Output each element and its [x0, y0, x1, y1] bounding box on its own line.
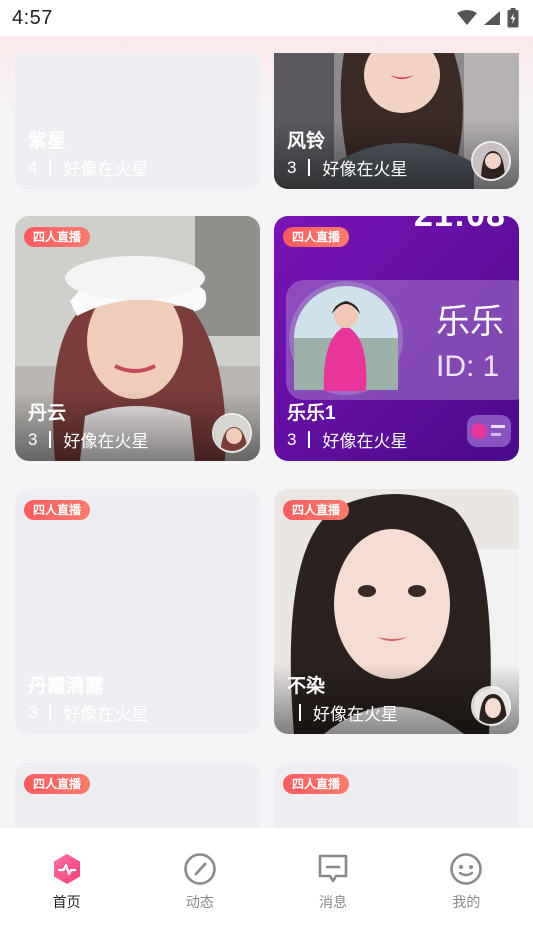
room-name: 不染	[287, 676, 326, 697]
signal-icon	[484, 11, 500, 25]
nav-label: 首页	[52, 894, 81, 910]
room-card[interactable]: 四人直播 丹霞清露 3 好像在火星	[15, 489, 260, 734]
meta-divider	[49, 431, 52, 448]
room-count: 3	[287, 157, 297, 177]
nav-feed[interactable]: 动态	[133, 828, 266, 948]
room-count: 4	[28, 157, 38, 177]
status-icons	[457, 8, 519, 28]
live-badge: 四人直播	[24, 774, 91, 794]
room-name: 丹云	[28, 403, 67, 424]
room-location: 好像在火星	[63, 160, 149, 179]
room-meta: 3 好像在火星	[287, 155, 407, 180]
message-icon	[316, 852, 350, 886]
gauge-icon	[183, 852, 217, 886]
battery-icon	[507, 8, 519, 28]
host-avatar[interactable]	[471, 141, 511, 181]
live-badge: 四人直播	[283, 500, 350, 520]
host-avatar[interactable]	[471, 686, 511, 726]
room-name: 丹霞清露	[28, 676, 105, 697]
nav-label: 动态	[185, 894, 214, 910]
cover-clock: 21:08	[414, 216, 506, 235]
nav-label: 我的	[452, 894, 481, 910]
room-name: 紫星	[28, 131, 67, 152]
cover-title: 乐乐	[436, 303, 504, 341]
nav-messages[interactable]: 消息	[267, 828, 400, 948]
meta-divider	[308, 159, 311, 176]
room-card[interactable]: 紫星 4 好像在火星	[15, 53, 260, 189]
live-badge: 四人直播	[283, 774, 350, 794]
meta-divider	[49, 704, 52, 721]
room-location: 好像在火星	[63, 705, 149, 724]
room-meta: 4 好像在火星	[28, 155, 148, 180]
app-screen: 4:57 紫星 4 好像在火星 风铃 3 好像在火星 四人直播 丹云 3 好像在…	[0, 0, 533, 948]
room-count: 3	[287, 429, 297, 449]
room-location: 好像在火星	[322, 432, 408, 451]
nav-label: 消息	[319, 894, 348, 910]
live-badge: 四人直播	[24, 227, 91, 247]
room-card[interactable]: 21:08 乐乐 ID: 1 四人直播 乐乐1 3 好像在火星	[274, 216, 519, 461]
live-badge: 四人直播	[283, 227, 350, 247]
meta-divider	[299, 704, 301, 721]
cover-id: ID: 1	[436, 350, 500, 383]
meta-divider	[308, 431, 311, 448]
room-card[interactable]: 四人直播 不染 好像在火星	[274, 489, 519, 734]
host-avatar[interactable]	[467, 415, 511, 447]
smiley-icon	[449, 852, 483, 886]
wifi-icon	[457, 10, 477, 25]
room-location: 好像在火星	[322, 160, 408, 179]
bottom-nav: 首页 动态 消息 我的	[0, 828, 533, 948]
nav-home[interactable]: 首页	[0, 828, 133, 948]
status-time: 4:57	[12, 6, 53, 29]
room-meta: 3 好像在火星	[28, 700, 148, 725]
room-location: 好像在火星	[63, 432, 149, 451]
room-card[interactable]: 四人直播 丹云 3 好像在火星	[15, 216, 260, 461]
live-badge: 四人直播	[24, 500, 91, 520]
home-live-icon	[50, 852, 84, 886]
room-meta: 好像在火星	[287, 700, 398, 725]
room-count: 3	[28, 429, 38, 449]
meta-divider	[49, 159, 52, 176]
room-card[interactable]: 风铃 3 好像在火星	[274, 53, 519, 189]
status-bar: 4:57	[0, 0, 533, 36]
host-avatar[interactable]	[212, 413, 252, 453]
room-name: 风铃	[287, 131, 326, 152]
room-name: 乐乐1	[287, 403, 336, 424]
room-meta: 3 好像在火星	[28, 427, 148, 452]
nav-profile[interactable]: 我的	[400, 828, 533, 948]
room-meta: 3 好像在火星	[287, 427, 407, 452]
room-location: 好像在火星	[313, 705, 398, 724]
room-count: 3	[28, 702, 38, 722]
